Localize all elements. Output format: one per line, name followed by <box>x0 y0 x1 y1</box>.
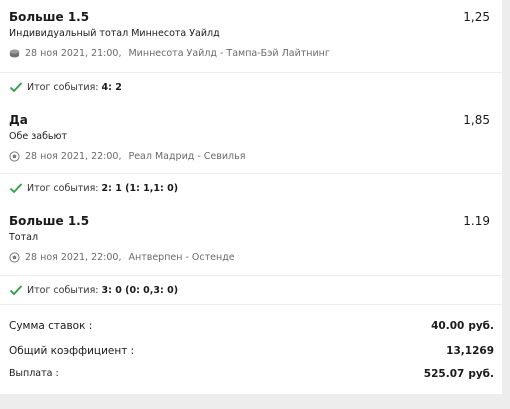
stake-label: Сумма ставок : <box>9 320 93 332</box>
stake-currency: руб. <box>468 320 494 332</box>
soccer-ball-icon <box>9 151 20 162</box>
result-score: 2: 1 (1: 1,1: 0) <box>101 182 179 194</box>
bet-meta: 28 ноя 2021, 22:00, Реал Мадрид - Севиль… <box>9 150 245 163</box>
payout-label: Выплата : <box>9 368 59 379</box>
stake-row: Сумма ставок : 40.00 руб. <box>9 320 494 336</box>
soccer-ball-icon <box>9 252 20 263</box>
bet-title: Больше 1.5 <box>9 10 90 24</box>
payout-value: 525.07 руб. <box>424 368 494 380</box>
event-name[interactable]: Антверпен - Остенде <box>128 251 234 264</box>
result-label: Итог события: <box>27 81 99 93</box>
event-date: 28 ноя 2021, 22:00, <box>25 252 122 263</box>
event-name[interactable]: Реал Мадрид - Севилья <box>128 150 245 163</box>
coefficient-label: Общий коэффициент : <box>9 345 135 357</box>
bet-title: Да <box>9 113 28 127</box>
event-result: Итог события: 3: 0 (0: 0,3: 0) <box>0 275 502 305</box>
result-score: 3: 0 (0: 0,3: 0) <box>101 284 179 296</box>
payout-amount: 525.07 <box>423 368 465 380</box>
stake-amount: 40.00 <box>431 320 465 332</box>
check-icon <box>9 82 23 93</box>
payout-currency: руб. <box>468 368 494 380</box>
bet-summary: Сумма ставок : 40.00 руб. Общий коэффицие… <box>0 306 502 394</box>
bet-market: Обе забьют <box>9 131 68 142</box>
bet-meta: 28 ноя 2021, 22:00, Антверпен - Остенде <box>9 251 235 264</box>
event-date: 28 ноя 2021, 22:00, <box>25 151 122 162</box>
coefficient-value: 13,1269 <box>446 345 494 357</box>
result-score: 4: 2 <box>101 81 122 93</box>
event-result: Итог события: 2: 1 (1: 1,1: 0) <box>0 173 502 202</box>
bet-meta: 28 ноя 2021, 21:00, Миннесота Уайлд - Та… <box>9 47 330 60</box>
result-label: Итог события: <box>27 182 99 194</box>
bet-odds: 1,25 <box>463 10 490 24</box>
result-label: Итог события: <box>27 284 99 296</box>
bet-card: Больше 1.5 1.19 Тотал 28 ноя 2021, 22:00… <box>0 213 502 277</box>
bet-odds: 1.19 <box>463 214 490 228</box>
check-icon <box>9 183 23 194</box>
page-gutter <box>502 0 510 409</box>
bet-odds: 1,85 <box>463 113 490 127</box>
hockey-puck-icon <box>9 49 20 58</box>
bet-market: Тотал <box>9 232 39 243</box>
bet-card: Да 1,85 Обе забьют 28 ноя 2021, 22:00, Р… <box>0 112 502 176</box>
payout-row: Выплата : 525.07 руб. <box>9 368 494 384</box>
bet-card: Больше 1.5 1,25 Индивидуальный тотал Мин… <box>0 9 502 73</box>
event-name[interactable]: Миннесота Уайлд - Тампа-Бэй Лайтнинг <box>128 47 329 60</box>
stake-value: 40.00 руб. <box>431 320 494 332</box>
event-result: Итог события: 4: 2 <box>0 72 502 101</box>
coefficient-row: Общий коэффициент : 13,1269 <box>9 345 494 361</box>
bet-title: Больше 1.5 <box>9 214 90 228</box>
check-icon <box>9 285 23 296</box>
page-footer-strip <box>0 394 510 409</box>
event-date: 28 ноя 2021, 21:00, <box>25 48 122 59</box>
bet-market: Индивидуальный тотал Миннесота Уайлд <box>9 28 220 39</box>
